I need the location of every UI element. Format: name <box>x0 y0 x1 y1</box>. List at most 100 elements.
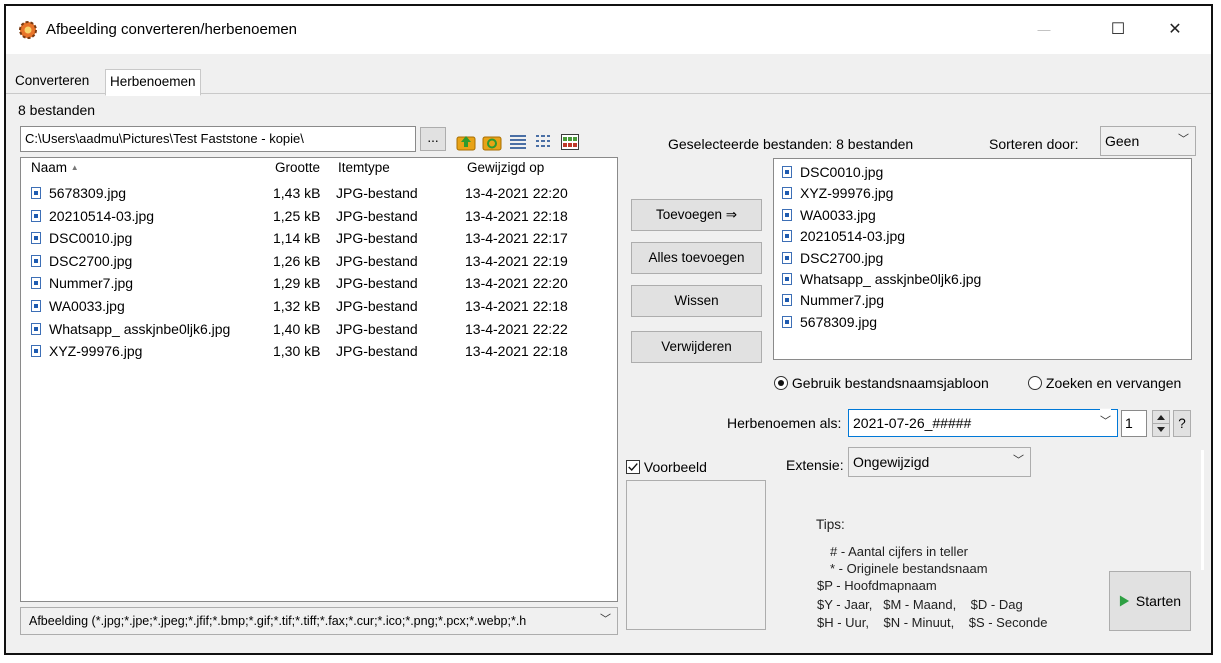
file-name-cell: 20210514-03.jpg <box>31 205 154 227</box>
file-type-filter[interactable]: Afbeelding (*.jpg;*.jpe;*.jpeg;*.jfif;*.… <box>20 607 618 635</box>
jpg-file-icon <box>782 251 792 264</box>
preview-checkbox[interactable]: Voorbeeld <box>626 458 707 476</box>
tip-line: $P - Hoofdmapnaam <box>817 578 937 593</box>
tab-herbenoemen[interactable]: Herbenoemen <box>105 69 201 96</box>
tip-line: $Y - Jaar, $M - Maand, $D - Dag <box>817 597 1023 612</box>
file-size-cell: 1,25 kB <box>273 207 321 224</box>
list-item[interactable]: DSC2700.jpg <box>782 248 883 269</box>
list-item[interactable]: Nummer7.jpg <box>782 290 884 311</box>
sort-dropdown[interactable]: Geen ﹀ <box>1100 126 1196 156</box>
list-view-icon[interactable] <box>534 132 554 152</box>
sort-value: Geen <box>1105 133 1140 149</box>
jpg-file-icon <box>31 209 41 222</box>
rename-pattern-input[interactable]: 2021-07-26_##### ﹀ <box>848 408 1118 437</box>
file-name-cell: XYZ-99976.jpg <box>31 340 142 362</box>
radio-replace-label: Zoeken en vervangen <box>1045 375 1182 391</box>
add-button[interactable]: Toevoegen ⇒ <box>631 199 762 231</box>
title-bar: Afbeelding converteren/herbenoemen — ☐ ✕ <box>6 6 1211 54</box>
clear-button[interactable]: Wissen <box>631 285 762 317</box>
jpg-file-icon <box>782 187 792 200</box>
file-type-cell: JPG-bestand <box>336 343 418 360</box>
jpg-file-icon <box>782 230 792 243</box>
list-item[interactable]: XYZ-99976.jpg <box>782 183 893 204</box>
tab-converteren[interactable]: Converteren <box>11 69 93 93</box>
file-type-filter-value: Afbeelding (*.jpg;*.jpe;*.jpeg;*.jfif;*.… <box>29 614 527 628</box>
folder-up-icon[interactable] <box>456 132 476 152</box>
table-row[interactable]: 5678309.jpg 1,43 kB JPG-bestand 13-4-2021 2… <box>31 182 611 204</box>
file-modified-cell: 13-4-2021 22:18 <box>465 207 568 224</box>
file-modified-cell: 13-4-2021 22:18 <box>465 298 568 314</box>
jpg-file-icon <box>31 187 41 199</box>
tips-title: Tips: <box>816 517 845 532</box>
file-modified-cell: 13-4-2021 22:20 <box>465 185 568 201</box>
counter-start-input[interactable]: 1 <box>1121 410 1147 437</box>
browse-button[interactable]: ... <box>420 127 446 151</box>
table-row[interactable]: XYZ-99976.jpg 1,30 kB JPG-bestand 13-4-2021… <box>31 340 611 362</box>
file-list[interactable]: Naam ▲ Grootte Itemtype Gewijzigd op 567… <box>20 157 618 602</box>
column-type[interactable]: Itemtype <box>338 160 390 175</box>
table-row[interactable]: DSC2700.jpg 1,26 kB JPG-bestand 13-4-2021 2… <box>31 250 611 272</box>
file-name-cell: Whatsapp_ asskjnbe0ljk6.jpg <box>31 318 230 340</box>
refresh-icon[interactable] <box>482 132 502 152</box>
app-window: Afbeelding converteren/herbenoemen — ☐ ✕… <box>4 4 1213 655</box>
preview-area <box>626 480 766 630</box>
list-item[interactable]: Whatsapp_ asskjnbe0ljk6.jpg <box>782 269 981 290</box>
extension-value: Ongewijzigd <box>853 454 930 470</box>
jpg-file-icon <box>31 300 41 312</box>
close-button[interactable]: ✕ <box>1160 18 1190 42</box>
maximize-button[interactable]: ☐ <box>1103 18 1133 42</box>
radio-replace[interactable]: Zoeken en vervangen <box>1028 374 1181 392</box>
add-all-button[interactable]: Alles toevoegen <box>631 242 762 274</box>
tip-line: * - Originele bestandsnaam <box>830 561 988 576</box>
file-type-cell: JPG-bestand <box>336 207 418 224</box>
file-modified-cell: 13-4-2021 22:20 <box>465 275 568 292</box>
folder-path-input[interactable]: C:\Users\aadmu\Pictures\Test Faststone -… <box>20 126 416 152</box>
file-size-cell: 1,30 kB <box>273 343 321 360</box>
start-button[interactable]: Starten <box>1109 571 1191 631</box>
file-list-header: Naam ▲ Grootte Itemtype Gewijzigd op <box>21 160 617 182</box>
table-row[interactable]: WA0033.jpg 1,32 kB JPG-bestand 13-4-2021 22… <box>31 295 611 317</box>
scroll-track[interactable] <box>1201 450 1204 570</box>
selected-files-list[interactable]: DSC0010.jpg XYZ-99976.jpg WA0033.jpg 202105… <box>773 158 1192 360</box>
table-row[interactable]: Whatsapp_ asskjnbe0ljk6.jpg 1,40 kB JPG-be… <box>31 318 611 340</box>
column-name[interactable]: Naam ▲ <box>31 160 79 175</box>
file-size-cell: 1,32 kB <box>273 298 321 314</box>
file-modified-cell: 13-4-2021 22:22 <box>465 320 568 337</box>
table-row[interactable]: Nummer7.jpg 1,29 kB JPG-bestand 13-4-2021 2… <box>31 272 611 294</box>
remove-button[interactable]: Verwijderen <box>631 331 762 363</box>
help-button[interactable]: ? <box>1173 410 1191 437</box>
preview-label: Voorbeeld <box>643 459 707 475</box>
chevron-down-icon: ﹀ <box>1013 454 1024 467</box>
radio-template[interactable]: Gebruik bestandsnaamsjabloon <box>774 374 989 392</box>
file-type-cell: JPG-bestand <box>336 252 418 269</box>
jpg-file-icon <box>31 277 41 290</box>
sort-label: Sorteren door: <box>989 136 1079 152</box>
counter-spinner[interactable] <box>1152 410 1170 437</box>
play-icon <box>1119 595 1130 607</box>
list-item[interactable]: 20210514-03.jpg <box>782 226 905 247</box>
minimize-button[interactable]: — <box>1029 18 1059 42</box>
thumbnail-view-icon[interactable] <box>560 132 580 152</box>
table-row[interactable]: DSC0010.jpg 1,14 kB JPG-bestand 13-4-2021 2… <box>31 227 611 249</box>
file-size-cell: 1,40 kB <box>273 320 321 337</box>
list-item[interactable]: WA0033.jpg <box>782 205 876 226</box>
column-size[interactable]: Grootte <box>275 160 320 175</box>
checkbox-checked-icon <box>626 460 640 474</box>
jpg-file-icon <box>782 208 792 221</box>
jpg-file-icon <box>31 345 41 358</box>
table-row[interactable]: 20210514-03.jpg 1,25 kB JPG-bestand 13-4-20… <box>31 205 611 227</box>
details-view-icon[interactable] <box>508 132 528 152</box>
jpg-file-icon <box>782 315 792 328</box>
column-modified[interactable]: Gewijzigd op <box>467 160 544 175</box>
file-modified-cell: 13-4-2021 22:17 <box>465 230 568 247</box>
rename-label: Herbenoemen als: <box>727 415 842 431</box>
list-item[interactable]: DSC0010.jpg <box>782 162 883 183</box>
radio-template-label: Gebruik bestandsnaamsjabloon <box>791 375 989 391</box>
list-item[interactable]: 5678309.jpg <box>782 312 877 333</box>
extension-dropdown[interactable]: Ongewijzigd ﹀ <box>848 447 1031 477</box>
file-modified-cell: 13-4-2021 22:18 <box>465 343 568 360</box>
file-size-cell: 1,43 kB <box>273 185 321 201</box>
file-type-cell: JPG-bestand <box>336 320 418 337</box>
file-name-cell: DSC2700.jpg <box>31 250 132 272</box>
file-type-cell: JPG-bestand <box>336 298 418 314</box>
